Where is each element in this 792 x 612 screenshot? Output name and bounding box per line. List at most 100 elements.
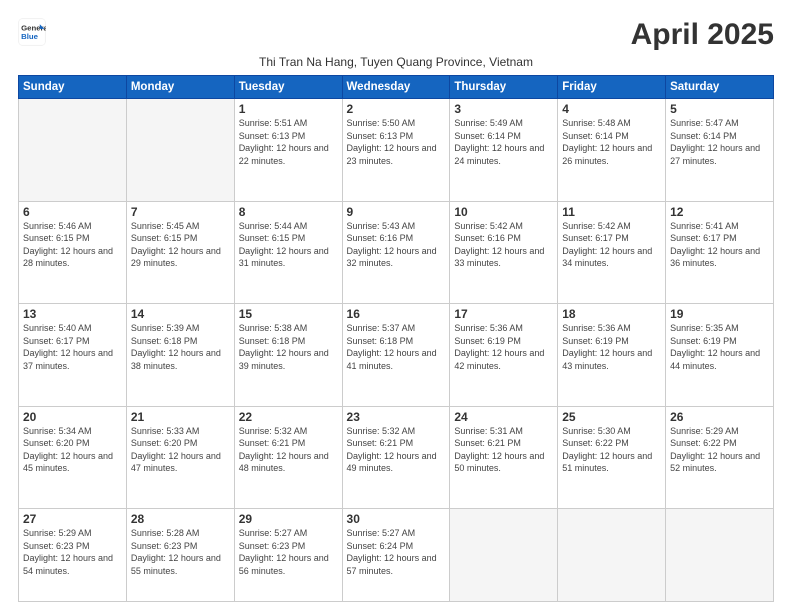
day-info: Sunrise: 5:45 AM Sunset: 6:15 PM Dayligh…: [131, 220, 230, 270]
calendar-cell: 15Sunrise: 5:38 AM Sunset: 6:18 PM Dayli…: [234, 304, 342, 407]
day-info: Sunrise: 5:51 AM Sunset: 6:13 PM Dayligh…: [239, 117, 338, 167]
day-info: Sunrise: 5:36 AM Sunset: 6:19 PM Dayligh…: [562, 322, 661, 372]
weekday-header-saturday: Saturday: [666, 76, 774, 99]
calendar-cell: [126, 99, 234, 202]
page: General Blue April 2025 Thi Tran Na Hang…: [0, 0, 792, 612]
day-number: 23: [347, 410, 446, 424]
day-number: 16: [347, 307, 446, 321]
calendar-cell: [666, 509, 774, 602]
calendar-cell: [19, 99, 127, 202]
calendar-cell: 29Sunrise: 5:27 AM Sunset: 6:23 PM Dayli…: [234, 509, 342, 602]
day-number: 30: [347, 512, 446, 526]
title-block: April 2025: [631, 18, 774, 51]
day-number: 29: [239, 512, 338, 526]
day-info: Sunrise: 5:50 AM Sunset: 6:13 PM Dayligh…: [347, 117, 446, 167]
day-info: Sunrise: 5:42 AM Sunset: 6:16 PM Dayligh…: [454, 220, 553, 270]
calendar-cell: 2Sunrise: 5:50 AM Sunset: 6:13 PM Daylig…: [342, 99, 450, 202]
day-number: 10: [454, 205, 553, 219]
calendar-cell: 30Sunrise: 5:27 AM Sunset: 6:24 PM Dayli…: [342, 509, 450, 602]
calendar-cell: 11Sunrise: 5:42 AM Sunset: 6:17 PM Dayli…: [558, 201, 666, 304]
day-info: Sunrise: 5:35 AM Sunset: 6:19 PM Dayligh…: [670, 322, 769, 372]
calendar-cell: 7Sunrise: 5:45 AM Sunset: 6:15 PM Daylig…: [126, 201, 234, 304]
day-info: Sunrise: 5:31 AM Sunset: 6:21 PM Dayligh…: [454, 425, 553, 475]
day-info: Sunrise: 5:40 AM Sunset: 6:17 PM Dayligh…: [23, 322, 122, 372]
day-number: 15: [239, 307, 338, 321]
calendar-cell: 27Sunrise: 5:29 AM Sunset: 6:23 PM Dayli…: [19, 509, 127, 602]
calendar-cell: 26Sunrise: 5:29 AM Sunset: 6:22 PM Dayli…: [666, 406, 774, 509]
day-info: Sunrise: 5:43 AM Sunset: 6:16 PM Dayligh…: [347, 220, 446, 270]
weekday-header-wednesday: Wednesday: [342, 76, 450, 99]
week-row-3: 13Sunrise: 5:40 AM Sunset: 6:17 PM Dayli…: [19, 304, 774, 407]
weekday-header-sunday: Sunday: [19, 76, 127, 99]
day-info: Sunrise: 5:29 AM Sunset: 6:23 PM Dayligh…: [23, 527, 122, 577]
day-info: Sunrise: 5:32 AM Sunset: 6:21 PM Dayligh…: [239, 425, 338, 475]
day-info: Sunrise: 5:27 AM Sunset: 6:23 PM Dayligh…: [239, 527, 338, 577]
calendar-cell: 6Sunrise: 5:46 AM Sunset: 6:15 PM Daylig…: [19, 201, 127, 304]
calendar-cell: 18Sunrise: 5:36 AM Sunset: 6:19 PM Dayli…: [558, 304, 666, 407]
day-number: 24: [454, 410, 553, 424]
day-info: Sunrise: 5:38 AM Sunset: 6:18 PM Dayligh…: [239, 322, 338, 372]
day-number: 25: [562, 410, 661, 424]
calendar-cell: 20Sunrise: 5:34 AM Sunset: 6:20 PM Dayli…: [19, 406, 127, 509]
day-info: Sunrise: 5:42 AM Sunset: 6:17 PM Dayligh…: [562, 220, 661, 270]
day-info: Sunrise: 5:32 AM Sunset: 6:21 PM Dayligh…: [347, 425, 446, 475]
day-number: 13: [23, 307, 122, 321]
day-info: Sunrise: 5:34 AM Sunset: 6:20 PM Dayligh…: [23, 425, 122, 475]
calendar-cell: 24Sunrise: 5:31 AM Sunset: 6:21 PM Dayli…: [450, 406, 558, 509]
weekday-header-monday: Monday: [126, 76, 234, 99]
day-number: 28: [131, 512, 230, 526]
day-info: Sunrise: 5:49 AM Sunset: 6:14 PM Dayligh…: [454, 117, 553, 167]
day-number: 12: [670, 205, 769, 219]
logo: General Blue: [18, 18, 46, 46]
calendar: SundayMondayTuesdayWednesdayThursdayFrid…: [18, 75, 774, 602]
day-info: Sunrise: 5:47 AM Sunset: 6:14 PM Dayligh…: [670, 117, 769, 167]
day-info: Sunrise: 5:36 AM Sunset: 6:19 PM Dayligh…: [454, 322, 553, 372]
day-info: Sunrise: 5:41 AM Sunset: 6:17 PM Dayligh…: [670, 220, 769, 270]
calendar-cell: 12Sunrise: 5:41 AM Sunset: 6:17 PM Dayli…: [666, 201, 774, 304]
day-number: 18: [562, 307, 661, 321]
calendar-cell: 28Sunrise: 5:28 AM Sunset: 6:23 PM Dayli…: [126, 509, 234, 602]
day-number: 3: [454, 102, 553, 116]
day-info: Sunrise: 5:28 AM Sunset: 6:23 PM Dayligh…: [131, 527, 230, 577]
day-number: 8: [239, 205, 338, 219]
week-row-1: 1Sunrise: 5:51 AM Sunset: 6:13 PM Daylig…: [19, 99, 774, 202]
week-row-2: 6Sunrise: 5:46 AM Sunset: 6:15 PM Daylig…: [19, 201, 774, 304]
calendar-cell: 23Sunrise: 5:32 AM Sunset: 6:21 PM Dayli…: [342, 406, 450, 509]
week-row-4: 20Sunrise: 5:34 AM Sunset: 6:20 PM Dayli…: [19, 406, 774, 509]
calendar-cell: 21Sunrise: 5:33 AM Sunset: 6:20 PM Dayli…: [126, 406, 234, 509]
day-number: 9: [347, 205, 446, 219]
weekday-header-friday: Friday: [558, 76, 666, 99]
week-row-5: 27Sunrise: 5:29 AM Sunset: 6:23 PM Dayli…: [19, 509, 774, 602]
calendar-cell: 13Sunrise: 5:40 AM Sunset: 6:17 PM Dayli…: [19, 304, 127, 407]
calendar-cell: 3Sunrise: 5:49 AM Sunset: 6:14 PM Daylig…: [450, 99, 558, 202]
weekday-header-row: SundayMondayTuesdayWednesdayThursdayFrid…: [19, 76, 774, 99]
day-number: 26: [670, 410, 769, 424]
calendar-cell: 10Sunrise: 5:42 AM Sunset: 6:16 PM Dayli…: [450, 201, 558, 304]
calendar-cell: [450, 509, 558, 602]
calendar-cell: 22Sunrise: 5:32 AM Sunset: 6:21 PM Dayli…: [234, 406, 342, 509]
day-info: Sunrise: 5:33 AM Sunset: 6:20 PM Dayligh…: [131, 425, 230, 475]
day-number: 21: [131, 410, 230, 424]
day-number: 14: [131, 307, 230, 321]
calendar-cell: 8Sunrise: 5:44 AM Sunset: 6:15 PM Daylig…: [234, 201, 342, 304]
day-number: 17: [454, 307, 553, 321]
location: Thi Tran Na Hang, Tuyen Quang Province, …: [18, 55, 774, 69]
calendar-cell: 16Sunrise: 5:37 AM Sunset: 6:18 PM Dayli…: [342, 304, 450, 407]
day-number: 2: [347, 102, 446, 116]
day-number: 6: [23, 205, 122, 219]
day-number: 4: [562, 102, 661, 116]
logo-icon: General Blue: [18, 18, 46, 46]
weekday-header-thursday: Thursday: [450, 76, 558, 99]
day-number: 20: [23, 410, 122, 424]
day-number: 11: [562, 205, 661, 219]
day-number: 7: [131, 205, 230, 219]
calendar-cell: 1Sunrise: 5:51 AM Sunset: 6:13 PM Daylig…: [234, 99, 342, 202]
month-title: April 2025: [631, 18, 774, 51]
day-number: 1: [239, 102, 338, 116]
day-info: Sunrise: 5:46 AM Sunset: 6:15 PM Dayligh…: [23, 220, 122, 270]
calendar-cell: 4Sunrise: 5:48 AM Sunset: 6:14 PM Daylig…: [558, 99, 666, 202]
day-info: Sunrise: 5:27 AM Sunset: 6:24 PM Dayligh…: [347, 527, 446, 577]
calendar-cell: [558, 509, 666, 602]
day-info: Sunrise: 5:30 AM Sunset: 6:22 PM Dayligh…: [562, 425, 661, 475]
header: General Blue April 2025: [18, 18, 774, 51]
